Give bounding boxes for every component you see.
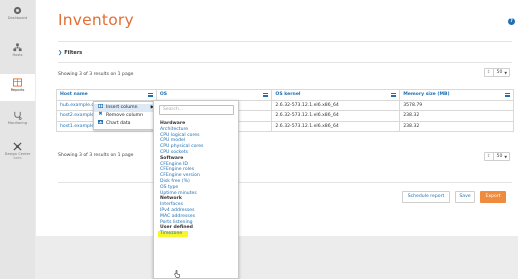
column-menu-icon[interactable] [147, 93, 153, 97]
option-timezone[interactable]: Timezone [158, 231, 189, 237]
help-icon[interactable]: ? [508, 18, 515, 25]
nav-design-center[interactable]: Design Center beta [0, 142, 35, 172]
remove-icon: ✖ [98, 111, 103, 117]
design-center-icon [13, 142, 22, 151]
column-menu-icon[interactable] [391, 93, 397, 97]
column-menu-icon[interactable] [263, 93, 269, 97]
column-picker-menu: Search... Hardware Architecture CPU logi… [153, 100, 239, 279]
page-size-select[interactable]: ↕ 50 ▼ [483, 68, 510, 77]
column-context-menu: Insert column▶ ✖Remove column Chart data [93, 101, 157, 130]
monitoring-icon [14, 111, 22, 120]
side-nav: Dashboard Hosts Reports Monitoring Desig… [0, 0, 35, 279]
nav-dashboard-label: Dashboard [7, 16, 28, 20]
column-header-label: OS [159, 92, 168, 98]
page-size-select-bottom[interactable]: ↕ 50 ▼ [483, 152, 510, 161]
memory-cell: 238.32 [399, 110, 514, 122]
column-search-input[interactable]: Search... [159, 105, 234, 115]
results-summary: Showing 3 of 3 results on 1 page [58, 72, 134, 77]
kernel-cell: 2.6.32-573.12.1.el6.x86_64 [271, 120, 401, 132]
page-up-down-icon: ↕ [485, 153, 494, 160]
column-header-memory-size[interactable]: Memory size (MB) [399, 89, 514, 101]
insert-column-icon [98, 104, 103, 108]
hosts-icon [13, 43, 22, 52]
column-header-host-name[interactable]: Host name [56, 89, 157, 101]
menu-item-label: Insert column [106, 105, 138, 110]
nav-hosts-label: Hosts [12, 53, 23, 57]
table-header-row: Host name OS OS kernel Memory size (MB) [56, 89, 514, 101]
memory-cell: 238.32 [399, 120, 514, 132]
column-header-label: Host name [60, 92, 88, 98]
chevron-right-icon: ❯ [58, 50, 63, 56]
column-option-list: Hardware Architecture CPU logical cores … [158, 121, 240, 237]
column-header-label: Memory size (MB) [403, 92, 450, 98]
nav-hosts[interactable]: Hosts [0, 43, 35, 69]
menu-item-label: Chart data [106, 121, 131, 126]
menu-item-insert-column[interactable]: Insert column▶ [94, 104, 156, 112]
page-size-value: 50 [496, 70, 503, 75]
page-up-down-icon: ↕ [485, 69, 494, 76]
chart-icon [98, 120, 103, 124]
kernel-cell: 2.6.32-573.12.1.el6.x86_64 [271, 99, 401, 111]
column-header-label: OS kernel [275, 92, 301, 98]
kernel-cell: 2.6.32-573.12.1.el6.x86_64 [271, 110, 401, 122]
column-menu-icon[interactable] [505, 93, 510, 97]
page-size-value: 50 [496, 154, 503, 159]
save-button[interactable]: Save [455, 191, 475, 203]
nav-reports[interactable]: Reports [0, 74, 35, 101]
divider [58, 41, 512, 42]
filters-toggle[interactable]: ❯ Filters [58, 50, 82, 56]
export-button[interactable]: Export [480, 191, 506, 203]
column-header-os[interactable]: OS [155, 89, 273, 101]
filters-label: Filters [64, 50, 83, 56]
chevron-down-icon: ▼ [504, 154, 507, 159]
column-header-os-kernel[interactable]: OS kernel [271, 89, 401, 101]
results-summary-bottom: Showing 3 of 3 results on 1 page [58, 153, 134, 158]
page-title: Inventory [58, 11, 134, 29]
nav-monitoring[interactable]: Monitoring [0, 111, 35, 137]
nav-dashboard[interactable]: Dashboard [0, 6, 35, 32]
menu-item-chart-data[interactable]: Chart data [94, 120, 156, 128]
menu-item-remove-column[interactable]: ✖ Remove column [94, 112, 156, 120]
chevron-down-icon: ▼ [504, 70, 507, 75]
nav-reports-label: Reports [10, 88, 25, 92]
divider [58, 62, 512, 63]
reports-icon [13, 78, 22, 87]
nav-monitoring-label: Monitoring [7, 121, 28, 125]
divider [58, 182, 512, 183]
menu-item-label: Remove column [106, 113, 144, 118]
schedule-report-button[interactable]: Schedule report [402, 191, 450, 203]
dashboard-icon [13, 6, 22, 15]
hand-cursor-icon [174, 270, 180, 278]
memory-cell: 3578.79 [399, 99, 514, 111]
nav-design-center-beta: beta [13, 156, 22, 160]
